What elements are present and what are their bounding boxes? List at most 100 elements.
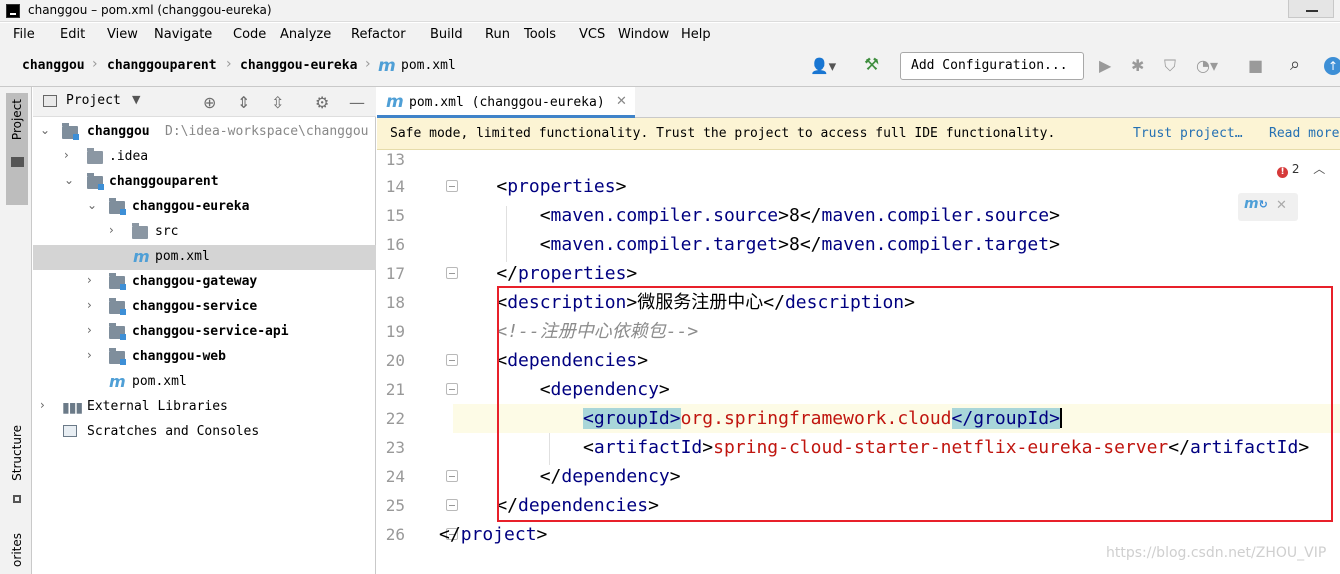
breadcrumb-changgouparent[interactable]: changgouparent (107, 58, 217, 73)
breadcrumb-changgou[interactable]: changgou (22, 58, 85, 73)
breadcrumb-separator-icon: › (92, 56, 98, 72)
project-panel-header: Project ▼ ⊕ ⇕ ⇳ ⚙ — (33, 87, 376, 117)
breadcrumb-changgou-eureka[interactable]: changgou-eureka (240, 58, 357, 73)
chevron-right-icon[interactable]: › (87, 348, 92, 362)
editor-tab-bar: m pom.xml (changgou-eureka) ✕ (377, 87, 1340, 118)
locate-icon[interactable]: ⊕ (203, 93, 216, 112)
line-number: 20 (385, 351, 405, 370)
menu-help[interactable]: Help (681, 27, 711, 42)
libraries-icon: ▮▮▮ (62, 400, 83, 416)
hammer-icon[interactable]: ⚒ (864, 55, 879, 75)
user-icon[interactable]: 👤▾ (810, 57, 836, 75)
gear-icon[interactable]: ⚙ (315, 93, 329, 112)
folder-icon (87, 148, 103, 164)
project-tool-window: Project ▼ ⊕ ⇕ ⇳ ⚙ — ⌄ changgou D:\idea-w… (33, 87, 376, 574)
structure-icon (13, 495, 21, 503)
close-icon[interactable]: ✕ (1276, 198, 1287, 213)
chevron-right-icon[interactable]: › (87, 273, 92, 287)
update-icon[interactable]: ↑ (1324, 57, 1340, 75)
tree-item-external-libraries[interactable]: › ▮▮▮ External Libraries (33, 395, 376, 420)
menu-refactor[interactable]: Refactor (351, 27, 406, 42)
xml-tag: project (460, 524, 537, 545)
menu-file[interactable]: File (13, 27, 35, 42)
tree-item-idea[interactable]: › .idea (33, 145, 376, 170)
menu-vcs[interactable]: VCS (579, 27, 605, 42)
tree-item-changgou-service-api[interactable]: › changgou-service-api (33, 320, 376, 345)
tree-item-changgou-web[interactable]: › changgou-web (33, 345, 376, 370)
tree-item-label: External Libraries (87, 399, 228, 414)
code-line-14: <properties> (453, 176, 627, 197)
menu-run[interactable]: Run (485, 27, 510, 42)
error-indicator[interactable]: ! 2 ︿ (1277, 160, 1325, 178)
menu-view[interactable]: View (107, 27, 138, 42)
module-folder-icon (87, 173, 104, 190)
run-configuration-dropdown[interactable]: Add Configuration... (900, 52, 1084, 80)
chevron-right-icon[interactable]: › (40, 398, 45, 412)
tree-item-changgou-gateway[interactable]: › changgou-gateway (33, 270, 376, 295)
chevron-right-icon[interactable]: › (64, 148, 69, 162)
safe-mode-message: Safe mode, limited functionality. Trust … (390, 126, 1056, 141)
tree-item-changgou[interactable]: ⌄ changgou D:\idea-workspace\changgou (33, 120, 376, 145)
read-more-link[interactable]: Read more (1269, 126, 1339, 141)
trust-project-link[interactable]: Trust project… (1133, 126, 1243, 141)
title-bar: changgou – pom.xml (changgou-eureka) (0, 0, 1340, 22)
tree-item-changgouparent[interactable]: ⌄ changgouparent (33, 170, 376, 195)
menu-window[interactable]: Window (618, 27, 669, 42)
chevron-down-icon[interactable]: ⌄ (87, 198, 97, 212)
tree-item-label: changgou-web (132, 349, 226, 364)
menu-code[interactable]: Code (233, 27, 266, 42)
folder-icon (132, 223, 148, 239)
menu-analyze[interactable]: Analyze (280, 27, 331, 42)
window-title: changgou – pom.xml (changgou-eureka) (28, 3, 272, 17)
tree-item-root-pom-xml[interactable]: m pom.xml (33, 370, 376, 395)
tree-item-label: Scratches and Consoles (87, 424, 260, 439)
error-count: 2 (1291, 162, 1300, 176)
tree-item-label: pom.xml (155, 249, 210, 264)
menu-edit[interactable]: Edit (60, 27, 85, 42)
tree-item-scratches[interactable]: Scratches and Consoles (33, 420, 376, 445)
chevron-down-icon[interactable]: ⌄ (40, 123, 50, 137)
menu-build[interactable]: Build (430, 27, 463, 42)
code-line-17: </properties> (453, 263, 638, 284)
profile-icon[interactable]: ◔▾ (1196, 56, 1218, 75)
collapse-all-icon[interactable]: ⇳ (271, 93, 284, 112)
hide-icon[interactable]: — (349, 93, 365, 112)
chevron-up-icon[interactable]: ︿ (1313, 162, 1325, 176)
menu-navigate[interactable]: Navigate (154, 27, 212, 42)
tree-item-src[interactable]: › src (33, 220, 376, 245)
stop-icon[interactable]: ■ (1248, 56, 1263, 75)
maven-icon: m (109, 372, 126, 391)
chevron-right-icon[interactable]: › (87, 323, 92, 337)
expand-all-icon[interactable]: ⇕ (237, 93, 250, 112)
tree-item-changgou-service[interactable]: › changgou-service (33, 295, 376, 320)
line-number: 18 (385, 293, 405, 312)
maven-reload-icon[interactable]: m↻ (1244, 196, 1268, 212)
breadcrumb-pom-xml[interactable]: pom.xml (401, 58, 456, 73)
chevron-down-icon[interactable]: ▼ (132, 93, 140, 106)
favorites-tool-tab[interactable]: orites (10, 533, 24, 567)
xml-tag: properties (518, 263, 627, 284)
tree-item-pom-xml-selected[interactable]: m pom.xml (33, 245, 376, 270)
coverage-icon[interactable]: ⛉ (1164, 56, 1176, 76)
menu-tools[interactable]: Tools (524, 27, 556, 42)
module-folder-icon (109, 348, 126, 365)
structure-tool-tab[interactable]: Structure (10, 425, 24, 481)
project-tool-tab-label: Project (10, 99, 24, 141)
line-number: 14 (385, 177, 405, 196)
run-icon[interactable]: ▶ (1099, 56, 1111, 75)
project-view-icon (43, 95, 57, 107)
chevron-right-icon[interactable]: › (87, 298, 92, 312)
close-icon[interactable]: ✕ (616, 94, 627, 109)
debug-icon[interactable]: ✱ (1131, 56, 1144, 75)
project-tool-tab[interactable]: Project (6, 93, 28, 205)
tree-item-changgou-eureka[interactable]: ⌄ changgou-eureka (33, 195, 376, 220)
chevron-right-icon[interactable]: › (109, 223, 114, 237)
tree-item-label: changgou-service (132, 299, 258, 314)
intellij-app-icon (6, 4, 20, 18)
project-view-selector[interactable]: Project (66, 93, 121, 108)
search-icon[interactable]: ⌕ (1290, 54, 1300, 75)
tab-pom-xml[interactable]: m pom.xml (changgou-eureka) ✕ (377, 87, 635, 118)
chevron-down-icon[interactable]: ⌄ (64, 173, 74, 187)
minimize-button[interactable] (1288, 0, 1334, 18)
left-tool-window-strip: Project Structure orites (0, 87, 32, 574)
